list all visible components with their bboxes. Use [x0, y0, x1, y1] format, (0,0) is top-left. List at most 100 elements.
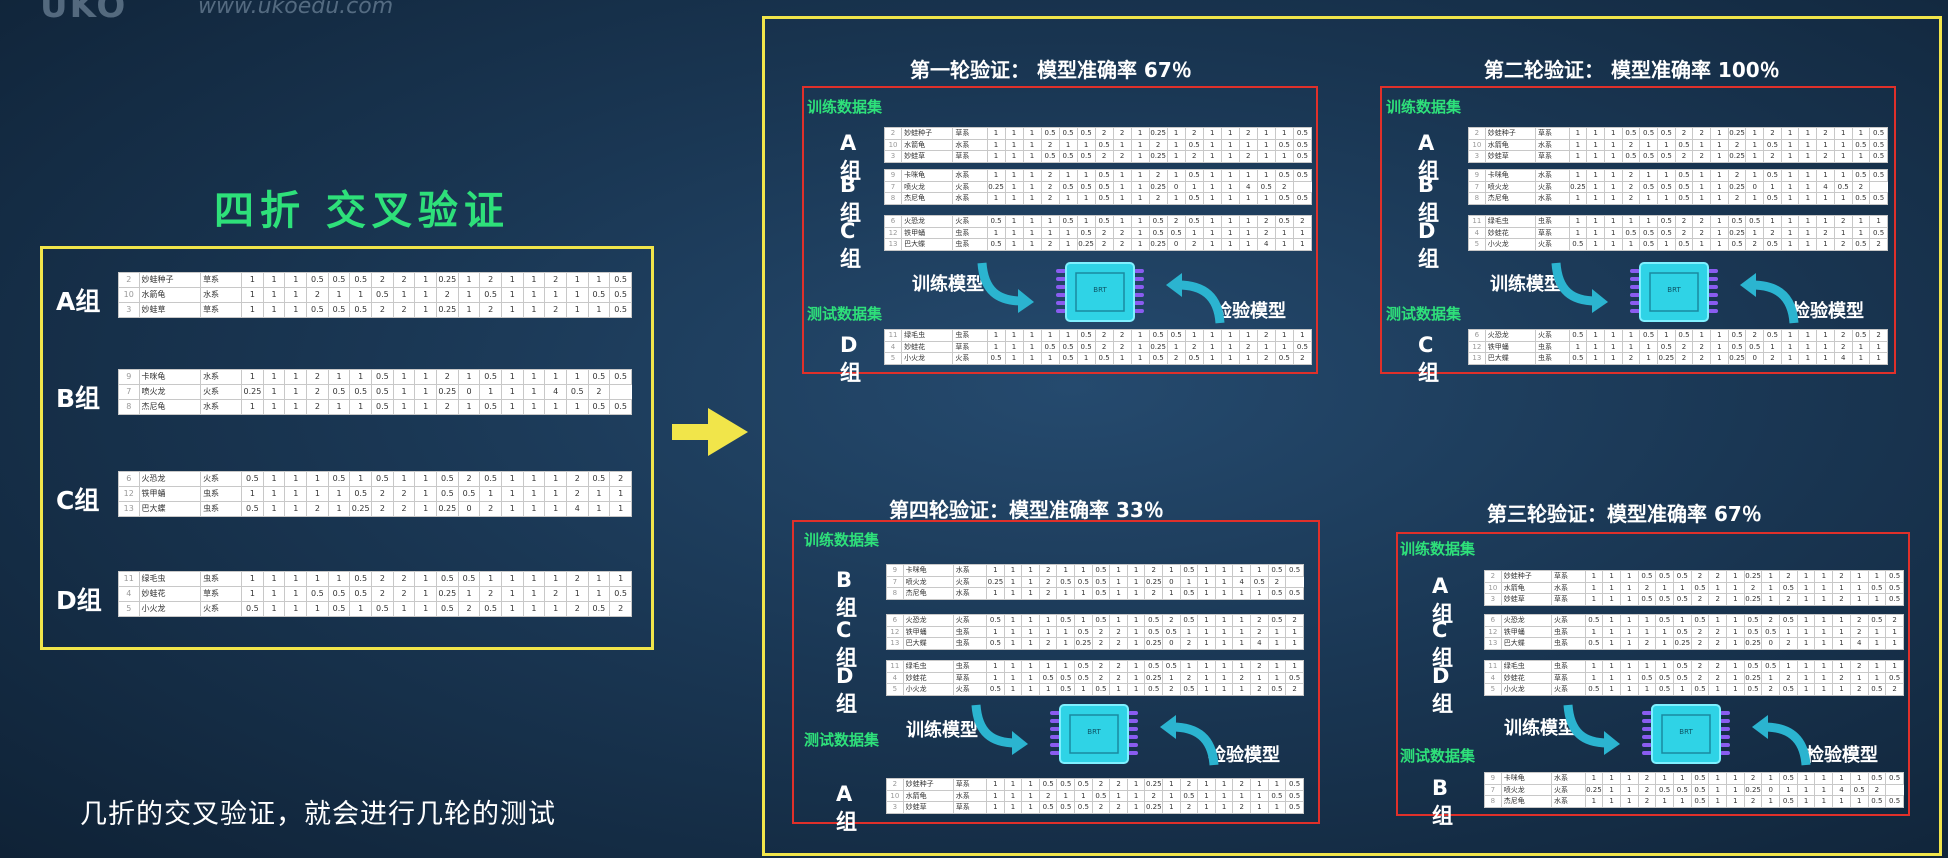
table-cell: 0.25 [1074, 637, 1093, 650]
table-row: 3 妙蛙草 草系 1 1 1 0.5 0.5 0.5 2 2 1 0.25 1 2 1 1 2 1 1 0.5 [118, 302, 632, 318]
table-cell: 2 [1484, 570, 1502, 583]
table-cell: 1 [1602, 671, 1621, 684]
table-cell: 0.5 [1056, 778, 1076, 791]
table-cell: 0.5 [1763, 138, 1782, 151]
table-cell: 0.5 [1094, 169, 1114, 182]
table-cell: 0.5 [1690, 614, 1710, 627]
table-cell: 1 [1586, 329, 1605, 342]
table-cell: 2 [1833, 329, 1853, 342]
table-cell: 0.25 [1727, 180, 1747, 193]
table-cell: 2 [1109, 778, 1128, 791]
table-cell: 喷火龙 [901, 180, 954, 193]
table-cell: 0 [1745, 180, 1765, 193]
table-cell: 0.5 [1274, 352, 1294, 365]
table-cell: 0.5 [1639, 329, 1658, 342]
table-cell: 1 [986, 587, 1005, 600]
table-cell: 0.5 [1285, 789, 1304, 802]
table-cell: 水系 [1535, 169, 1570, 182]
table-row: 13 巴大蝶 虫系 0.5 1 1 2 1 0.25 2 2 1 0.25 0 2 1 1 1 4 1 1 [883, 238, 1313, 251]
table-cell: 1 [1130, 169, 1150, 182]
table-cell: 1 [500, 501, 524, 517]
table-cell: 1 [1779, 783, 1798, 796]
table-cell: 1 [1130, 192, 1150, 205]
table-cell: 1 [1796, 625, 1816, 638]
table-cell: 1 [457, 302, 481, 318]
table-cell: 火系 [1535, 238, 1570, 251]
table-cell: 1 [1710, 180, 1729, 193]
table-cell: 1 [284, 302, 308, 318]
table-cell: 1 [544, 601, 567, 617]
table-cell: 1 [1040, 215, 1060, 228]
table-cell: 妙蛙花 [1500, 671, 1553, 684]
table-cell: 1 [1637, 614, 1657, 627]
table-cell: 8 [886, 587, 904, 600]
table-cell: 水系 [952, 192, 988, 205]
table-cell: 1 [1745, 138, 1765, 151]
table-cell: 1 [1619, 593, 1639, 606]
table-cell: 11 [118, 571, 140, 587]
table-cell: 1 [1814, 625, 1834, 638]
table-cell: 火恐龙 [138, 471, 202, 487]
table-cell: 0 [1166, 238, 1186, 251]
table-cell: 水系 [1535, 192, 1570, 205]
table-cell: 1 [1109, 614, 1128, 627]
table-cell: 2 [306, 287, 329, 303]
table-cell: 0.5 [1621, 127, 1641, 140]
table-cell: 2 [1094, 226, 1114, 239]
table-cell: 0.5 [1148, 226, 1168, 239]
table-cell: 1 [1832, 660, 1851, 673]
table-cell: 10 [1484, 581, 1502, 594]
table-cell: 1 [1220, 238, 1240, 251]
table-cell: 1 [1232, 564, 1251, 577]
table-cell: 2 [1292, 352, 1313, 365]
table-cell: 火恐龙 [1500, 614, 1553, 627]
table-cell: 0.5 [1091, 587, 1111, 600]
table-cell: 1 [986, 625, 1005, 638]
table-cell: 1 [284, 272, 308, 288]
table-cell: 2 [371, 571, 394, 587]
group-b-table: 9 卡咪龟 水系 1 1 1 2 1 1 0.5 1 1 2 1 0.5 1 1 1 1 0.5 0.5 7 喷火龙 火系 0.… [118, 369, 632, 415]
table-cell: 1 [1197, 671, 1216, 684]
table-cell: 2 [1166, 215, 1186, 228]
table-cell: 1 [1112, 215, 1132, 228]
table-cell: 1 [1710, 150, 1729, 163]
table-cell: 1 [1130, 215, 1150, 228]
table-cell: 1 [1126, 778, 1146, 791]
table-cell: 1 [1130, 127, 1150, 140]
table-cell: 1 [1639, 192, 1658, 205]
table-cell: 1 [1130, 340, 1150, 353]
table-cell: 2 [1708, 637, 1728, 650]
table-cell: 2 [1144, 564, 1164, 577]
table-cell: 1 [1202, 215, 1222, 228]
table-cell: 0.5 [349, 586, 373, 602]
table-cell: 1 [1832, 625, 1851, 638]
table-cell: 1 [1816, 238, 1835, 251]
table-cell: 1 [1867, 625, 1887, 638]
table-cell: 1 [1130, 138, 1150, 151]
table-cell: 2 [1621, 169, 1641, 182]
table-cell: 2 [1779, 593, 1798, 606]
table-cell: 1 [500, 272, 524, 288]
table-cell: 1 [1885, 637, 1904, 650]
table-cell: 2 [306, 369, 329, 385]
table-cell: 2 [1162, 614, 1181, 627]
table-cell: 1 [414, 471, 437, 487]
table-cell: 1 [1112, 169, 1132, 182]
table-cell: 2 [1162, 683, 1181, 696]
table-cell: 2 [1637, 581, 1657, 594]
table-cell: 1 [1130, 238, 1150, 251]
table-cell: 1 [587, 486, 611, 502]
table-cell: 1 [1816, 138, 1835, 151]
table-cell: 1 [1849, 795, 1869, 808]
table-cell: 1 [262, 369, 286, 385]
table-row: 2 妙蛙种子 草系 1 1 1 0.5 0.5 0.5 2 2 1 0.25 1 2 1 1 2 1 1 0.5 [1468, 127, 1888, 140]
table-cell: 水系 [952, 587, 988, 600]
table-cell: 1 [1250, 778, 1269, 791]
table-cell: 1 [1832, 614, 1851, 627]
table-cell: 0.5 [1076, 226, 1096, 239]
table-row: 12 铁甲蛹 虫系 1 1 1 1 1 0.5 2 2 1 0.5 0.5 1 1 1 1 2 1 1 [1484, 625, 1904, 638]
table-cell: 0.5 [1743, 614, 1763, 627]
table-cell: 水系 [1551, 795, 1586, 808]
table-cell: 1 [241, 586, 264, 602]
table-cell: 1 [457, 369, 481, 385]
